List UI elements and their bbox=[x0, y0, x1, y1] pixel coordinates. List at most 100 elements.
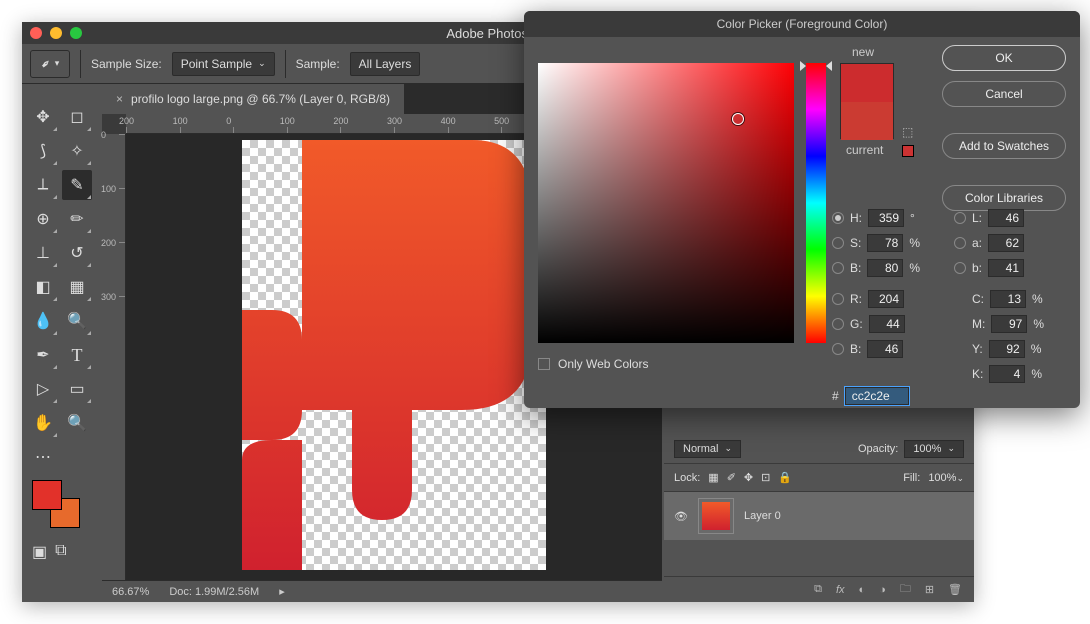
new-layer-icon[interactable]: ⊞ bbox=[925, 583, 934, 596]
g-input[interactable]: 44 bbox=[869, 315, 905, 333]
layer-mask-icon[interactable]: ◐ bbox=[859, 584, 866, 596]
sample-size-value: Point Sample bbox=[181, 57, 252, 71]
type-tool[interactable]: T bbox=[62, 340, 92, 370]
gradient-tool[interactable]: ▦ bbox=[62, 272, 92, 302]
a-input[interactable]: 62 bbox=[988, 234, 1024, 252]
canvas[interactable] bbox=[242, 140, 546, 570]
healing-tool[interactable]: ⊕ bbox=[28, 204, 58, 234]
cancel-button[interactable]: Cancel bbox=[942, 81, 1066, 107]
r-label: R: bbox=[850, 292, 862, 306]
layer-thumbnail[interactable] bbox=[698, 498, 734, 534]
layer-name[interactable]: Layer 0 bbox=[744, 510, 781, 522]
maximize-window-button[interactable] bbox=[70, 27, 82, 39]
stamp-tool[interactable]: ⊥ bbox=[28, 238, 58, 268]
blur-tool[interactable]: 💧 bbox=[28, 306, 58, 336]
a-radio[interactable] bbox=[954, 237, 966, 249]
hue-slider-thumb[interactable] bbox=[800, 61, 832, 71]
h-input[interactable]: 359 bbox=[868, 209, 904, 227]
h-label: H: bbox=[850, 211, 862, 225]
delete-layer-icon[interactable]: 🗑 bbox=[948, 583, 962, 596]
crop-tool[interactable]: ⟂ bbox=[28, 170, 58, 200]
zoom-tool[interactable]: 🔍 bbox=[62, 408, 92, 438]
r-input[interactable]: 204 bbox=[868, 290, 904, 308]
lock-brush-icon[interactable]: ✐ bbox=[727, 471, 736, 484]
eraser-tool[interactable]: ◧ bbox=[28, 272, 58, 302]
gamut-warning-icon[interactable]: ⬚ bbox=[902, 125, 913, 139]
only-web-colors-checkbox[interactable]: Only Web Colors bbox=[538, 357, 648, 371]
close-tab-icon[interactable]: × bbox=[116, 92, 123, 106]
sample-size-combo[interactable]: Point Sample ⌄ bbox=[172, 52, 275, 76]
bc-radio[interactable] bbox=[832, 343, 844, 355]
r-radio[interactable] bbox=[832, 293, 844, 305]
hex-input[interactable]: cc2c2e bbox=[845, 387, 909, 405]
quick-mask-toggle[interactable]: ▣ bbox=[32, 542, 47, 562]
link-layers-icon[interactable]: ⧉ bbox=[814, 583, 822, 596]
edit-toolbar[interactable]: ⋯ bbox=[28, 442, 58, 472]
chevron-down-icon: ⌄ bbox=[258, 58, 266, 69]
minimize-window-button[interactable] bbox=[50, 27, 62, 39]
path-select-tool[interactable]: ▷ bbox=[28, 374, 58, 404]
ruler-vertical[interactable]: 0 100 200 300 bbox=[102, 134, 126, 580]
h-radio[interactable] bbox=[832, 212, 844, 224]
m-input[interactable]: 97 bbox=[991, 315, 1027, 333]
color-cursor[interactable] bbox=[732, 113, 744, 125]
sample-combo[interactable]: All Layers bbox=[350, 52, 421, 76]
k-input[interactable]: 4 bbox=[989, 365, 1025, 383]
logo-artwork bbox=[242, 140, 546, 570]
move-tool[interactable]: ✥ bbox=[28, 102, 58, 132]
l-radio[interactable] bbox=[954, 212, 966, 224]
ok-button[interactable]: OK bbox=[942, 45, 1066, 71]
layer-fx-icon[interactable]: fx bbox=[836, 584, 845, 596]
l-input[interactable]: 46 bbox=[988, 209, 1024, 227]
s-input[interactable]: 78 bbox=[867, 234, 903, 252]
opacity-field[interactable]: 100%⌄ bbox=[904, 440, 964, 458]
y-input[interactable]: 92 bbox=[989, 340, 1025, 358]
document-tab[interactable]: × profilo logo large.png @ 66.7% (Layer … bbox=[102, 84, 404, 114]
color-swatches bbox=[22, 478, 98, 538]
status-bar: 66.67% Doc: 1.99M/2.56M ▸ bbox=[102, 580, 662, 602]
l-label: L: bbox=[972, 211, 982, 225]
bc-input[interactable]: 46 bbox=[867, 340, 903, 358]
quick-select-tool[interactable]: ✧ bbox=[62, 136, 92, 166]
c-input[interactable]: 13 bbox=[990, 290, 1026, 308]
lab-b-input[interactable]: 41 bbox=[988, 259, 1024, 277]
saturation-brightness-field[interactable] bbox=[538, 63, 794, 343]
b-radio[interactable] bbox=[832, 262, 844, 274]
layer-row[interactable]: 👁 Layer 0 bbox=[664, 492, 974, 540]
adjustment-layer-icon[interactable]: ◑ bbox=[879, 584, 886, 596]
lock-pixels-icon[interactable]: ▦ bbox=[708, 471, 718, 484]
lock-all-icon[interactable]: 🔒 bbox=[778, 471, 792, 484]
eyedropper-tool[interactable]: ✎ bbox=[62, 170, 92, 200]
screen-mode-toggle[interactable]: ⧉ bbox=[55, 542, 66, 562]
tool-preset-picker[interactable]: ✒ ▾ bbox=[30, 50, 70, 78]
blend-mode-combo[interactable]: Normal ⌄ bbox=[674, 440, 741, 458]
lab-b-radio[interactable] bbox=[954, 262, 966, 274]
b-input[interactable]: 80 bbox=[867, 259, 903, 277]
shape-tool[interactable]: ▭ bbox=[62, 374, 92, 404]
status-arrow-icon[interactable]: ▸ bbox=[279, 585, 285, 598]
hue-slider[interactable] bbox=[806, 63, 826, 343]
history-brush-tool[interactable]: ↺ bbox=[62, 238, 92, 268]
g-radio[interactable] bbox=[832, 318, 844, 330]
fill-value: 100% bbox=[928, 472, 956, 484]
layer-group-icon[interactable]: 🗀 bbox=[900, 580, 911, 599]
doc-size-readout[interactable]: Doc: 1.99M/2.56M bbox=[169, 586, 259, 598]
new-color-swatch[interactable] bbox=[841, 64, 893, 102]
hand-tool[interactable]: ✋ bbox=[28, 408, 58, 438]
lock-position-icon[interactable]: ✥ bbox=[744, 471, 753, 484]
current-color-swatch[interactable] bbox=[841, 102, 893, 140]
foreground-color-swatch[interactable] bbox=[32, 480, 62, 510]
s-radio[interactable] bbox=[832, 237, 844, 249]
pen-tool[interactable]: ✒ bbox=[28, 340, 58, 370]
close-window-button[interactable] bbox=[30, 27, 42, 39]
marquee-tool[interactable]: ◻ bbox=[62, 102, 92, 132]
lasso-tool[interactable]: ⟆ bbox=[28, 136, 58, 166]
fill-field[interactable]: 100%⌄ bbox=[928, 472, 964, 484]
brush-tool[interactable]: ✏ bbox=[62, 204, 92, 234]
zoom-readout[interactable]: 66.67% bbox=[112, 586, 149, 598]
websafe-warning-swatch[interactable] bbox=[902, 145, 914, 157]
visibility-toggle-icon[interactable]: 👁 bbox=[674, 510, 688, 523]
add-to-swatches-button[interactable]: Add to Swatches bbox=[942, 133, 1066, 159]
lock-artboard-icon[interactable]: ⊡ bbox=[761, 471, 770, 484]
dodge-tool[interactable]: 🔍 bbox=[62, 306, 92, 336]
